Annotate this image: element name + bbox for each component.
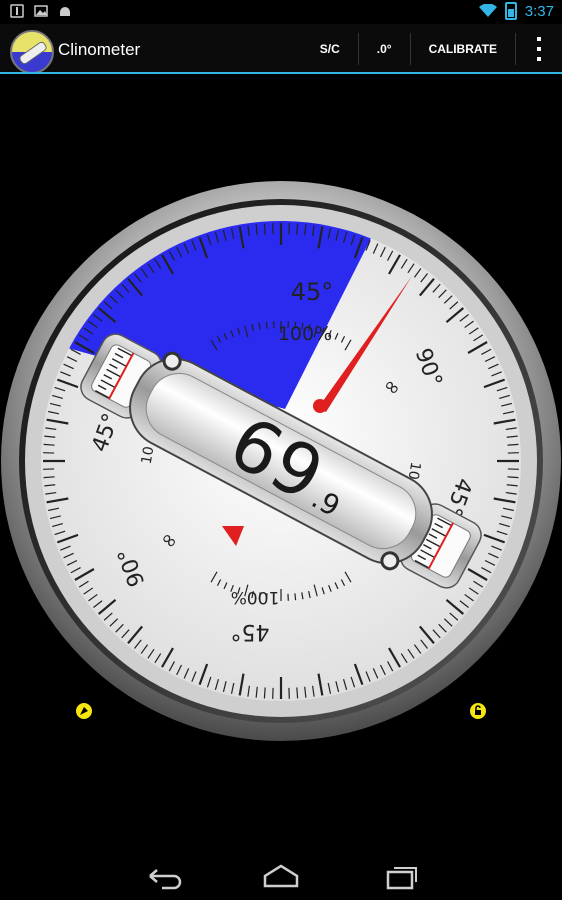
status-bar: 3:37: [0, 0, 562, 24]
image-icon: [34, 5, 48, 17]
lock-icon[interactable]: [470, 703, 486, 719]
calibrate-button[interactable]: CALIBRATE: [411, 33, 515, 65]
calibration-target-icon[interactable]: [76, 703, 92, 719]
top-45-label: 45°: [291, 278, 334, 306]
back-icon[interactable]: [140, 862, 184, 890]
navigation-bar: [0, 852, 562, 900]
recent-apps-icon[interactable]: [380, 862, 424, 890]
bottom-45-label: 45°: [231, 619, 270, 644]
overflow-menu-icon[interactable]: [516, 37, 562, 61]
sc-button[interactable]: S/C: [302, 33, 358, 65]
app-logo-icon[interactable]: [10, 30, 54, 74]
clinometer-dial: 45° 100% 90° 45° 45° 90° 45° 100% 10 10 …: [1, 181, 561, 741]
left-10-label: 10: [139, 445, 158, 465]
android-icon: [60, 7, 70, 16]
wifi-icon: [478, 4, 497, 17]
home-icon[interactable]: [259, 862, 303, 890]
clock: 3:37: [524, 2, 554, 20]
bottom-100-label: 100%: [231, 587, 280, 607]
app-title: Clinometer: [58, 40, 141, 59]
usb-debug-icon: [10, 4, 24, 18]
decimal-button[interactable]: .0°: [359, 33, 410, 65]
battery-icon: [504, 2, 517, 20]
action-bar: Clinometer S/C .0° CALIBRATE: [0, 24, 562, 74]
top-100-label: 100%: [278, 323, 332, 345]
